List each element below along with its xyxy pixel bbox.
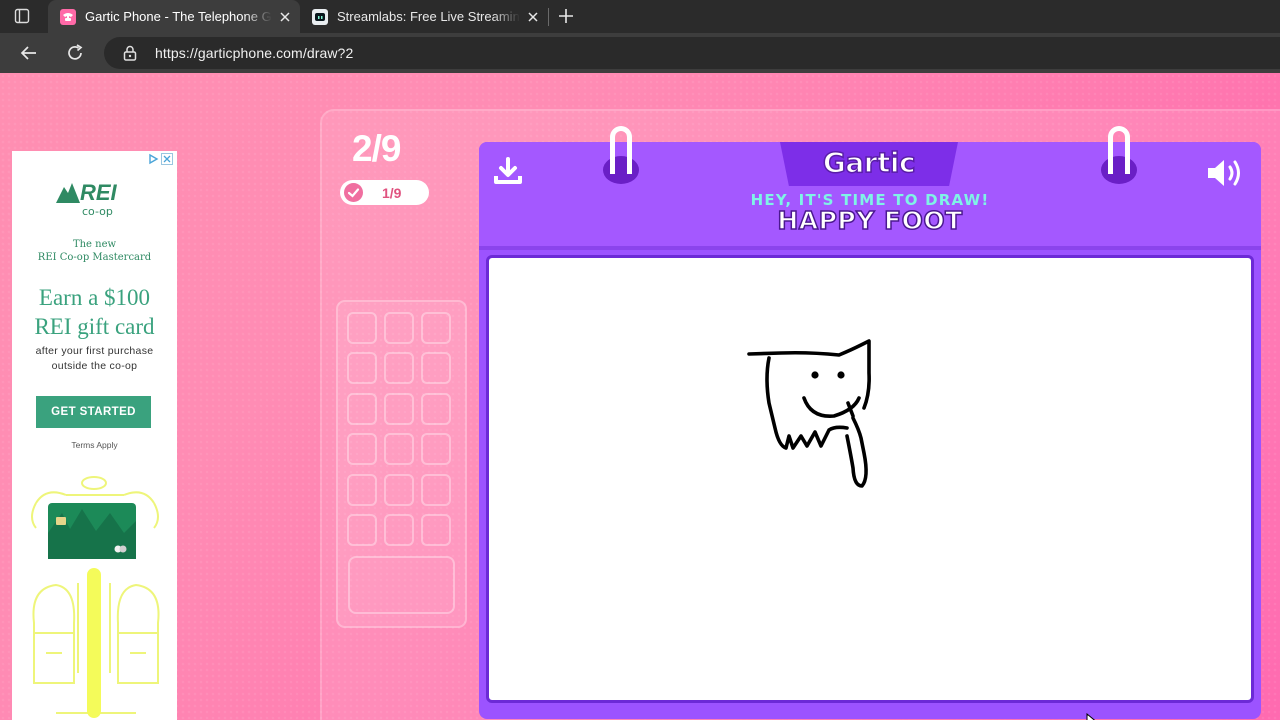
mouse-cursor-icon — [1086, 713, 1096, 720]
palette-swatch[interactable] — [421, 433, 451, 465]
binder-ring-icon — [603, 126, 639, 184]
binder-ring-icon — [1101, 126, 1137, 184]
download-icon[interactable] — [491, 154, 525, 188]
rei-advertisement[interactable]: REI co-op The new REI Co-op Mastercard E… — [12, 151, 177, 720]
drawing-board: Gartic HEY, IT'S TIME TO DRAW! HAPPY FOO… — [479, 126, 1261, 719]
palette-swatch[interactable] — [347, 312, 377, 344]
drawing-canvas[interactable] — [486, 255, 1254, 703]
check-icon — [344, 183, 363, 202]
palette-swatch[interactable] — [347, 474, 377, 506]
draw-prompt-word: HAPPY FOOT — [777, 205, 963, 236]
ad-headline: Earn a $100 REI gift card — [12, 283, 177, 341]
ad-headline-line1: Earn a $100 — [38, 285, 151, 310]
ad-sub-line2: outside the co-op — [51, 360, 138, 372]
bicycle-illustration-icon — [31, 476, 160, 720]
ad-headline-line2: REI gift card — [34, 314, 155, 339]
ad-sub-line1: after your first purchase — [35, 345, 154, 357]
tab-streamlabs[interactable]: Streamlabs: Free Live Streaming and Tool… — [300, 0, 548, 33]
palette-swatch[interactable] — [347, 433, 377, 465]
refresh-icon[interactable] — [65, 43, 85, 63]
new-tab-icon[interactable] — [557, 7, 575, 25]
sketch-drawing — [747, 339, 871, 488]
palette-swatch[interactable] — [384, 352, 414, 384]
palette-swatch[interactable] — [421, 352, 451, 384]
palette-swatch[interactable] — [384, 433, 414, 465]
close-tab-icon[interactable] — [278, 10, 292, 24]
palette-swatch[interactable] — [384, 393, 414, 425]
board-divider — [479, 246, 1261, 250]
ad-subtext: after your first purchase outside the co… — [12, 344, 177, 374]
palette-swatch[interactable] — [347, 352, 377, 384]
tab-separator — [548, 8, 549, 26]
sound-icon[interactable] — [1205, 156, 1247, 190]
tab-gartic-phone[interactable]: Gartic Phone - The Telephone Game — [48, 0, 300, 33]
tab-actions-icon[interactable] — [14, 8, 30, 24]
palette-swatch[interactable] — [421, 514, 451, 546]
color-palette — [336, 300, 467, 628]
palette-swatch[interactable] — [384, 312, 414, 344]
url-text: https://garticphone.com/draw?2 — [155, 45, 354, 61]
round-counter: 2/9 — [352, 128, 401, 169]
palette-swatch[interactable] — [421, 312, 451, 344]
gartic-phone-favicon — [60, 8, 76, 25]
page-viewport: REI co-op The new REI Co-op Mastercard E… — [0, 73, 1280, 720]
palette-custom-swatch[interactable] — [348, 556, 455, 614]
get-started-button[interactable]: GET STARTED — [36, 396, 151, 428]
palette-swatch[interactable] — [421, 393, 451, 425]
palette-swatch[interactable] — [384, 474, 414, 506]
svg-text:REI: REI — [80, 180, 118, 205]
progress-count: 1/9 — [382, 185, 402, 201]
tab-title: Gartic Phone - The Telephone Game — [85, 9, 272, 24]
palette-swatch[interactable] — [347, 393, 377, 425]
svg-text:co-op: co-op — [82, 205, 113, 218]
palette-swatch[interactable] — [347, 514, 377, 546]
ad-intro-line2: REI Co-op Mastercard — [37, 252, 152, 263]
browser-toolbar: https://garticphone.com/draw?2 — [0, 33, 1280, 73]
address-bar[interactable]: https://garticphone.com/draw?2 — [104, 37, 1280, 69]
close-tab-icon[interactable] — [526, 10, 540, 24]
ad-choices-icon[interactable] — [147, 153, 175, 165]
browser-tab-bar: Gartic Phone - The Telephone Game Stream… — [0, 0, 1280, 33]
streamlabs-favicon — [312, 8, 328, 25]
rei-logo-icon: REI co-op — [56, 180, 118, 218]
completion-progress-pill: 1/9 — [340, 180, 429, 205]
back-icon[interactable] — [19, 43, 39, 63]
ad-terms-link[interactable]: Terms Apply — [12, 440, 177, 450]
ad-intro-line1: The new — [72, 239, 117, 250]
tab-title: Streamlabs: Free Live Streaming and Tool… — [337, 9, 520, 24]
palette-swatch[interactable] — [421, 474, 451, 506]
palette-swatch[interactable] — [384, 514, 414, 546]
lock-icon[interactable] — [123, 45, 137, 61]
gartic-logo: Gartic — [822, 145, 916, 180]
